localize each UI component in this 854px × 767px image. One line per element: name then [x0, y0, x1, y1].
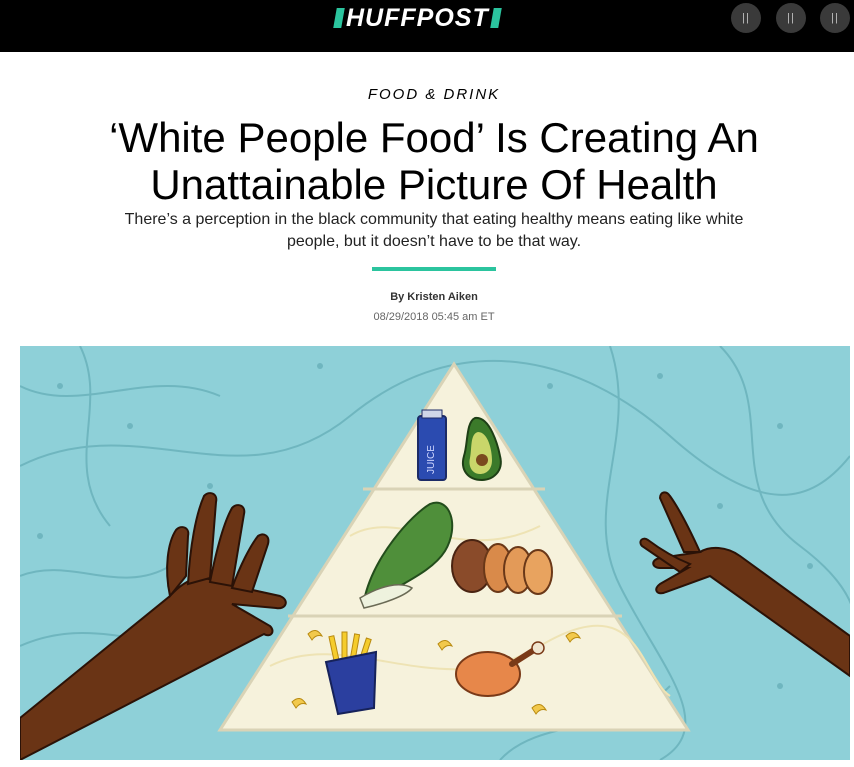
- article-category[interactable]: FOOD & DRINK: [0, 86, 854, 103]
- article-headline: ‘White People Food’ Is Creating An Unatt…: [109, 114, 759, 208]
- juice-carton-icon: JUICE: [417, 409, 447, 481]
- header-button-1[interactable]: ||: [731, 3, 761, 33]
- header-button-2[interactable]: ||: [776, 3, 806, 33]
- svg-text:JUICE: JUICE: [426, 445, 437, 474]
- header-button-3[interactable]: ||: [820, 3, 850, 33]
- article-byline[interactable]: By Kristen Aiken: [0, 291, 854, 303]
- logo-text: HUFFPOST: [346, 4, 489, 32]
- hero-illustration: JUICE: [20, 346, 850, 760]
- headline-divider: [372, 267, 496, 271]
- top-navigation-bar: HUFFPOST || || ||: [0, 0, 854, 52]
- huffpost-logo[interactable]: HUFFPOST: [333, 4, 502, 32]
- right-hand-illustration: [639, 491, 850, 678]
- article-timestamp: 08/29/2018 05:45 am ET: [373, 311, 495, 323]
- article-subheadline: There’s a perception in the black commun…: [124, 211, 744, 250]
